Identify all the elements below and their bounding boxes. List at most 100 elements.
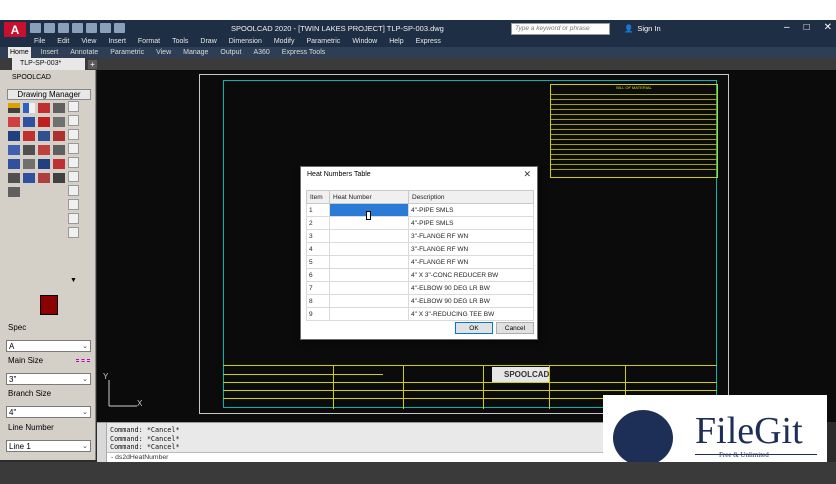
line-number-select[interactable]: Line 1 ⌄ xyxy=(6,440,91,452)
tool-icon[interactable] xyxy=(38,117,50,127)
tool-icon[interactable] xyxy=(68,185,79,196)
tool-icon[interactable] xyxy=(38,131,50,141)
tool-icon[interactable] xyxy=(53,173,65,183)
heat-number-cell[interactable] xyxy=(329,268,409,282)
tool-icon[interactable] xyxy=(68,199,79,210)
tool-icon[interactable] xyxy=(68,213,79,224)
undo-icon[interactable] xyxy=(100,23,111,33)
column-header[interactable]: Description xyxy=(408,190,534,204)
branch-size-select[interactable]: 4" ⌄ xyxy=(6,406,91,418)
menu-help[interactable]: Help xyxy=(389,37,403,47)
scroll-down-icon[interactable]: ▼ xyxy=(70,277,77,284)
table-row[interactable]: 7 4"-ELBOW 90 DEG LR BW xyxy=(306,281,534,295)
menu-insert[interactable]: Insert xyxy=(108,37,126,47)
search-input[interactable]: Type a keyword or phrase xyxy=(511,23,610,35)
spoolcad-icon[interactable] xyxy=(40,295,58,315)
tool-icon[interactable] xyxy=(53,103,65,113)
drawing-manager-button[interactable]: Drawing Manager xyxy=(7,89,91,100)
tool-icon[interactable] xyxy=(68,157,79,168)
menu-express[interactable]: Express xyxy=(416,37,441,47)
tool-icon[interactable] xyxy=(68,115,79,126)
command-input[interactable]: - ds2dHeatNumber xyxy=(107,452,607,462)
new-tab-button[interactable]: + xyxy=(88,60,97,69)
tool-icon[interactable] xyxy=(68,101,79,112)
tab-a360[interactable]: A360 xyxy=(251,47,271,58)
tool-icon[interactable] xyxy=(8,159,20,169)
tab-express-tools[interactable]: Express Tools xyxy=(280,47,327,58)
table-row[interactable]: 2 4"-PIPE SMLS xyxy=(306,216,534,230)
tab-annotate[interactable]: Annotate xyxy=(68,47,100,58)
command-window-handle[interactable] xyxy=(97,423,107,463)
menu-file[interactable]: File xyxy=(34,37,45,47)
tool-icon[interactable] xyxy=(23,173,35,183)
close-icon[interactable]: ✕ xyxy=(523,169,531,180)
tool-icon[interactable] xyxy=(8,117,20,127)
save-icon[interactable] xyxy=(58,23,69,33)
menu-format[interactable]: Format xyxy=(138,37,160,47)
heat-number-cell[interactable] xyxy=(329,307,409,321)
menu-edit[interactable]: Edit xyxy=(57,37,69,47)
menu-modify[interactable]: Modify xyxy=(274,37,295,47)
table-row[interactable]: 4 3"-FLANGE RF WN xyxy=(306,242,534,256)
table-row[interactable]: 6 4" X 3"-CONC REDUCER BW xyxy=(306,268,534,282)
heat-number-cell[interactable] xyxy=(329,294,409,308)
table-row[interactable]: 9 4" X 3"-REDUCING TEE BW xyxy=(306,307,534,321)
column-header[interactable]: Heat Number xyxy=(329,190,409,204)
open-icon[interactable] xyxy=(44,23,55,33)
main-size-select[interactable]: 3" ⌄ xyxy=(6,373,91,385)
tool-icon[interactable] xyxy=(8,145,20,155)
tool-icon[interactable] xyxy=(23,145,35,155)
table-row[interactable]: 8 4"-ELBOW 90 DEG LR BW xyxy=(306,294,534,308)
app-logo-icon[interactable]: A xyxy=(4,22,26,38)
table-row[interactable]: 5 4"-FLANGE RF WN xyxy=(306,255,534,269)
menu-tools[interactable]: Tools xyxy=(172,37,188,47)
tool-icon[interactable] xyxy=(38,159,50,169)
tab-insert[interactable]: Insert xyxy=(39,47,61,58)
tab-view[interactable]: View xyxy=(154,47,173,58)
redo-icon[interactable] xyxy=(114,23,125,33)
save-as-icon[interactable] xyxy=(72,23,83,33)
spec-select[interactable]: A ⌄ xyxy=(6,340,91,352)
tool-icon[interactable] xyxy=(23,117,35,127)
menu-dimension[interactable]: Dimension xyxy=(229,37,262,47)
tab-home[interactable]: Home xyxy=(8,47,31,58)
tool-icon[interactable] xyxy=(68,227,79,238)
tool-icon[interactable] xyxy=(68,171,79,182)
tool-icon[interactable] xyxy=(38,173,50,183)
menu-draw[interactable]: Draw xyxy=(200,37,216,47)
column-header[interactable]: Item xyxy=(306,190,330,204)
tool-icon[interactable] xyxy=(23,131,35,141)
heat-number-cell[interactable] xyxy=(329,242,409,256)
heat-number-cell[interactable] xyxy=(329,229,409,243)
menu-parametric[interactable]: Parametric xyxy=(306,37,340,47)
tool-icon[interactable] xyxy=(53,159,65,169)
maximize-icon[interactable]: □ xyxy=(804,22,810,33)
tool-icon[interactable] xyxy=(68,129,79,140)
table-row[interactable]: 1 4"-PIPE SMLS xyxy=(306,203,534,217)
close-icon[interactable]: ✕ xyxy=(824,22,832,33)
table-row[interactable]: 3 3"-FLANGE RF WN xyxy=(306,229,534,243)
tool-icon[interactable] xyxy=(8,187,20,197)
tool-icon[interactable] xyxy=(8,131,20,141)
cancel-button[interactable]: Cancel xyxy=(496,322,534,334)
tool-icon[interactable] xyxy=(23,159,35,169)
tool-icon[interactable] xyxy=(38,103,50,113)
minimize-icon[interactable]: – xyxy=(784,22,790,33)
menu-view[interactable]: View xyxy=(81,37,96,47)
tab-manage[interactable]: Manage xyxy=(181,47,210,58)
tab-output[interactable]: Output xyxy=(218,47,243,58)
heat-number-cell[interactable] xyxy=(329,281,409,295)
tool-icon[interactable] xyxy=(8,103,20,113)
tool-icon[interactable] xyxy=(38,145,50,155)
tool-icon[interactable] xyxy=(68,143,79,154)
tool-icon[interactable] xyxy=(53,117,65,127)
tool-icon[interactable] xyxy=(8,173,20,183)
tool-icon[interactable] xyxy=(23,103,35,113)
sign-in-button[interactable]: 👤 Sign In xyxy=(624,24,661,33)
menu-window[interactable]: Window xyxy=(352,37,377,47)
tool-icon[interactable] xyxy=(53,145,65,155)
print-icon[interactable] xyxy=(86,23,97,33)
doc-tab-current[interactable]: TLP-SP-003* xyxy=(12,58,85,70)
ok-button[interactable]: OK xyxy=(455,322,493,334)
tool-icon[interactable] xyxy=(53,131,65,141)
